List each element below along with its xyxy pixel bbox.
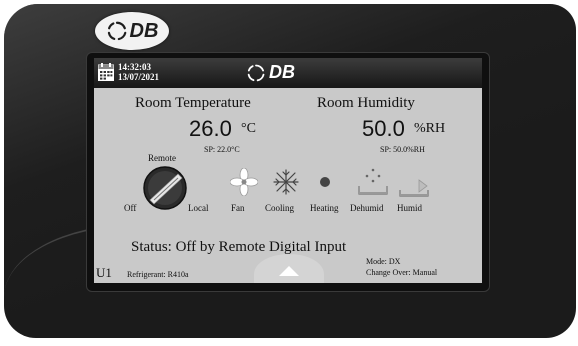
heating-dot-icon[interactable]	[319, 176, 331, 188]
humidity-setpoint[interactable]: SP: 50.0%RH	[380, 145, 425, 154]
humidifier-icon[interactable]	[397, 176, 431, 200]
refrigerant-text: Refrigerant: R410a	[127, 270, 189, 279]
db-swirl-icon	[247, 64, 265, 81]
remote-label: Remote	[148, 153, 176, 163]
brand-badge: DB	[95, 12, 169, 50]
room-temperature-unit: °C	[241, 121, 256, 136]
time-text: 14:32:03	[118, 62, 151, 72]
scroll-up-arrow[interactable]	[254, 254, 324, 283]
top-logo: DB	[246, 62, 295, 83]
brand-logo-text: DB	[129, 19, 159, 42]
changeover-text: Change Over: Manual	[366, 268, 438, 277]
calendar-icon[interactable]	[98, 63, 114, 81]
dehumidifier-icon[interactable]	[356, 166, 390, 198]
hmi-screen: 14:32:03 13/07/2021 DB Room Temperature …	[94, 58, 482, 283]
datetime-readout[interactable]: 14:32:03 13/07/2021	[118, 62, 159, 82]
room-humidity-label: Room Humidity	[317, 95, 415, 111]
local-label: Local	[188, 203, 209, 213]
room-humidity-value[interactable]: 50.0	[362, 116, 405, 142]
unit-id: U1	[96, 265, 112, 280]
top-bar: 14:32:03 13/07/2021 DB	[94, 58, 482, 88]
snowflake-icon[interactable]	[272, 168, 300, 196]
db-swirl-icon	[107, 21, 126, 41]
room-temperature-label: Room Temperature	[135, 95, 251, 111]
fan-icon[interactable]	[230, 168, 258, 196]
mode-text: Mode: DX	[366, 257, 401, 266]
status-text: Status: Off by Remote Digital Input	[131, 239, 347, 255]
off-label: Off	[124, 203, 137, 213]
remote-local-selector-knob[interactable]	[140, 164, 190, 210]
mode-label-dehumid: Dehumid	[350, 203, 384, 213]
date-text: 13/07/2021	[118, 72, 160, 82]
mode-label-heating: Heating	[310, 203, 339, 213]
room-humidity-unit: %RH	[414, 121, 446, 136]
temperature-setpoint[interactable]: SP: 22.0°C	[204, 145, 240, 154]
mode-label-cooling: Cooling	[265, 203, 295, 213]
top-logo-text: DB	[269, 62, 295, 82]
room-temperature-value[interactable]: 26.0	[189, 116, 232, 142]
mode-label-humid: Humid	[397, 203, 423, 213]
mode-label-fan: Fan	[231, 203, 245, 213]
up-arrow-icon	[279, 266, 299, 276]
